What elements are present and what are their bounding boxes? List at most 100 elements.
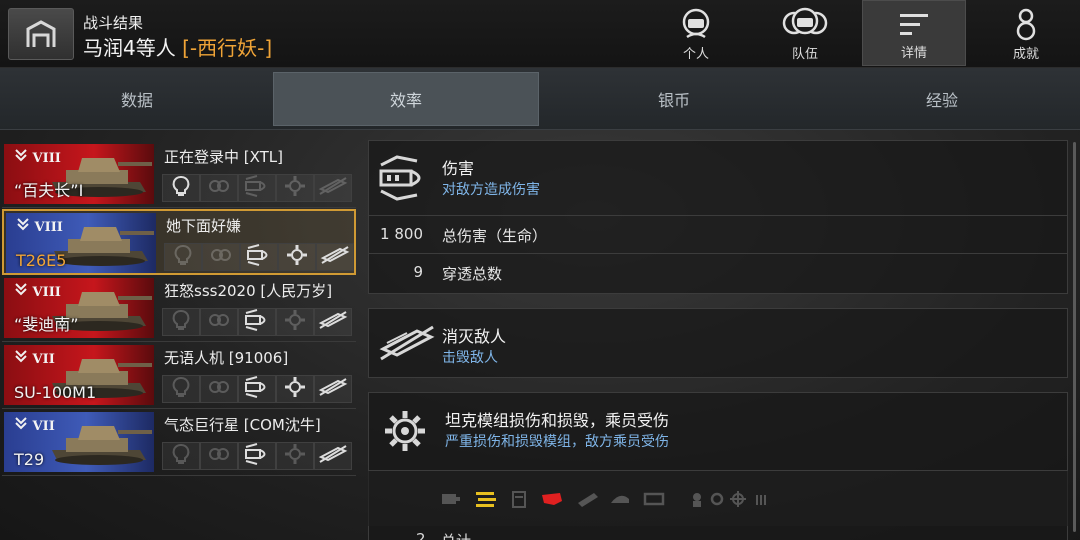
shell-icon (243, 309, 271, 335)
assist-link-icon (207, 175, 231, 201)
vehicle-row[interactable]: VIII “百夫长”I 正在登录中 [XTL] (2, 142, 356, 208)
map-name: [-西行妖-] (182, 36, 273, 60)
commander-icon (693, 493, 701, 507)
gear-icon (284, 309, 306, 335)
gunner-icon (730, 491, 746, 507)
player-name: 狂怒sss2020 [人民万岁] (164, 282, 333, 300)
award-slot (314, 375, 352, 403)
tab-credits[interactable]: 银币 (541, 72, 807, 126)
penetrations-value: 9 (413, 263, 423, 281)
modules-total-label: 总计 (441, 530, 471, 540)
kill-icon (318, 175, 348, 201)
lightbulb-icon (173, 244, 193, 270)
lightbulb-icon (171, 376, 191, 402)
battle-result-label: 战斗结果 (83, 14, 144, 32)
garage-button[interactable] (8, 8, 74, 60)
player-name: 无语人机 [91006] (164, 349, 289, 367)
kills-subtitle: 击毁敌人 (442, 350, 498, 366)
award-strip (162, 174, 354, 202)
award-slot (238, 442, 276, 470)
tier-badge: VIII (14, 282, 61, 300)
rank-chevron-icon (14, 149, 28, 166)
team-icon (782, 7, 828, 35)
vehicle-row[interactable]: VIII T26E5 她下面好嫌 (2, 209, 356, 275)
penetrations-label: 穿透总数 (442, 265, 503, 283)
award-strip (162, 442, 354, 470)
module-gear-icon (383, 409, 427, 457)
tab-experience[interactable]: 经验 (809, 72, 1075, 126)
vehicle-row[interactable]: VII T29 气态巨行星 [COM沈牛] (2, 410, 356, 476)
battle-title: 马润4等人 [-西行妖-] (83, 32, 272, 61)
gear-icon (286, 244, 308, 270)
modules-total-value: 2 (416, 530, 426, 540)
award-slot (276, 174, 314, 202)
loader-icon (756, 495, 766, 505)
module-damage-icons (368, 470, 1068, 526)
nav-personal[interactable]: 个人 (644, 0, 748, 66)
award-slot (276, 442, 314, 470)
observation-device-icon (643, 492, 665, 506)
award-slot (162, 375, 200, 403)
nav-achievements[interactable]: 成就 (974, 0, 1078, 66)
shell-icon (243, 376, 271, 402)
award-slot (238, 308, 276, 336)
total-damage-value: 1 800 (380, 225, 423, 243)
modules-title: 坦克模组损伤和损毁，乘员受伤 (445, 411, 670, 430)
map-title: 马润4等人 (83, 36, 176, 60)
tier-badge: VII (14, 416, 55, 434)
fuel-tank-icon (512, 491, 526, 508)
rank-chevron-icon (16, 218, 30, 235)
top-bar: 战斗结果 马润4等人 [-西行妖-] 个人 队伍 详情 成就 (0, 0, 1080, 68)
lightbulb-icon (171, 309, 191, 335)
kills-title: 消灭敌人 (442, 327, 507, 346)
scrollbar[interactable] (1073, 142, 1076, 532)
tab-efficiency[interactable]: 效率 (273, 72, 539, 126)
vehicle-image: VII T29 (4, 412, 154, 472)
award-strip (162, 308, 354, 336)
award-slot (276, 375, 314, 403)
vehicle-name: “斐迪南” (14, 315, 79, 334)
tier-badge: VII (14, 349, 55, 367)
tracks-icon (578, 493, 598, 507)
damage-title: 伤害 (442, 159, 475, 178)
player-name: 正在登录中 [XTL] (164, 148, 284, 166)
assist-link-icon (207, 309, 231, 335)
nav-details[interactable]: 详情 (862, 0, 966, 66)
kill-icon (318, 376, 348, 402)
vehicle-row[interactable]: VIII “斐迪南” 狂怒sss2020 [人民万岁] (2, 276, 356, 342)
award-slot (200, 442, 238, 470)
award-slot (240, 243, 278, 271)
ammo-rack-icon (476, 492, 496, 507)
award-slot (314, 174, 352, 202)
award-slot (314, 308, 352, 336)
garage-icon (26, 20, 56, 47)
lightbulb-icon (171, 175, 191, 201)
damage-block: 伤害 对敌方造成伤害 1 800 总伤害（生命） 9 穿透总数 (368, 140, 1068, 294)
shell-icon (245, 244, 273, 270)
award-strip (164, 243, 356, 271)
destroyed-tank-icon (377, 319, 437, 371)
radio-icon (542, 493, 562, 505)
vehicle-name: T26E5 (16, 251, 67, 270)
player-name: 她下面好嫌 (166, 217, 242, 235)
award-slot (162, 442, 200, 470)
award-strip (162, 375, 354, 403)
tier-badge: VIII (16, 217, 63, 235)
total-damage-label: 总伤害（生命） (442, 227, 548, 245)
gear-icon (284, 443, 306, 469)
award-slot (316, 243, 354, 271)
award-slot (162, 174, 200, 202)
shell-icon (243, 443, 271, 469)
nav-team[interactable]: 队伍 (753, 0, 857, 66)
award-slot (314, 442, 352, 470)
award-slot (278, 243, 316, 271)
modules-subtitle: 严重损伤和损毁模组，敌方乘员受伤 (445, 434, 669, 450)
award-slot (200, 375, 238, 403)
kill-icon (318, 309, 348, 335)
vehicle-name: T29 (14, 450, 45, 469)
tab-data[interactable]: 数据 (4, 72, 270, 126)
gear-icon (284, 175, 306, 201)
vehicle-row[interactable]: VII SU-100M1 无语人机 [91006] (2, 343, 356, 409)
damage-subtitle: 对敌方造成伤害 (442, 182, 540, 198)
vehicle-image: VII SU-100M1 (4, 345, 154, 405)
